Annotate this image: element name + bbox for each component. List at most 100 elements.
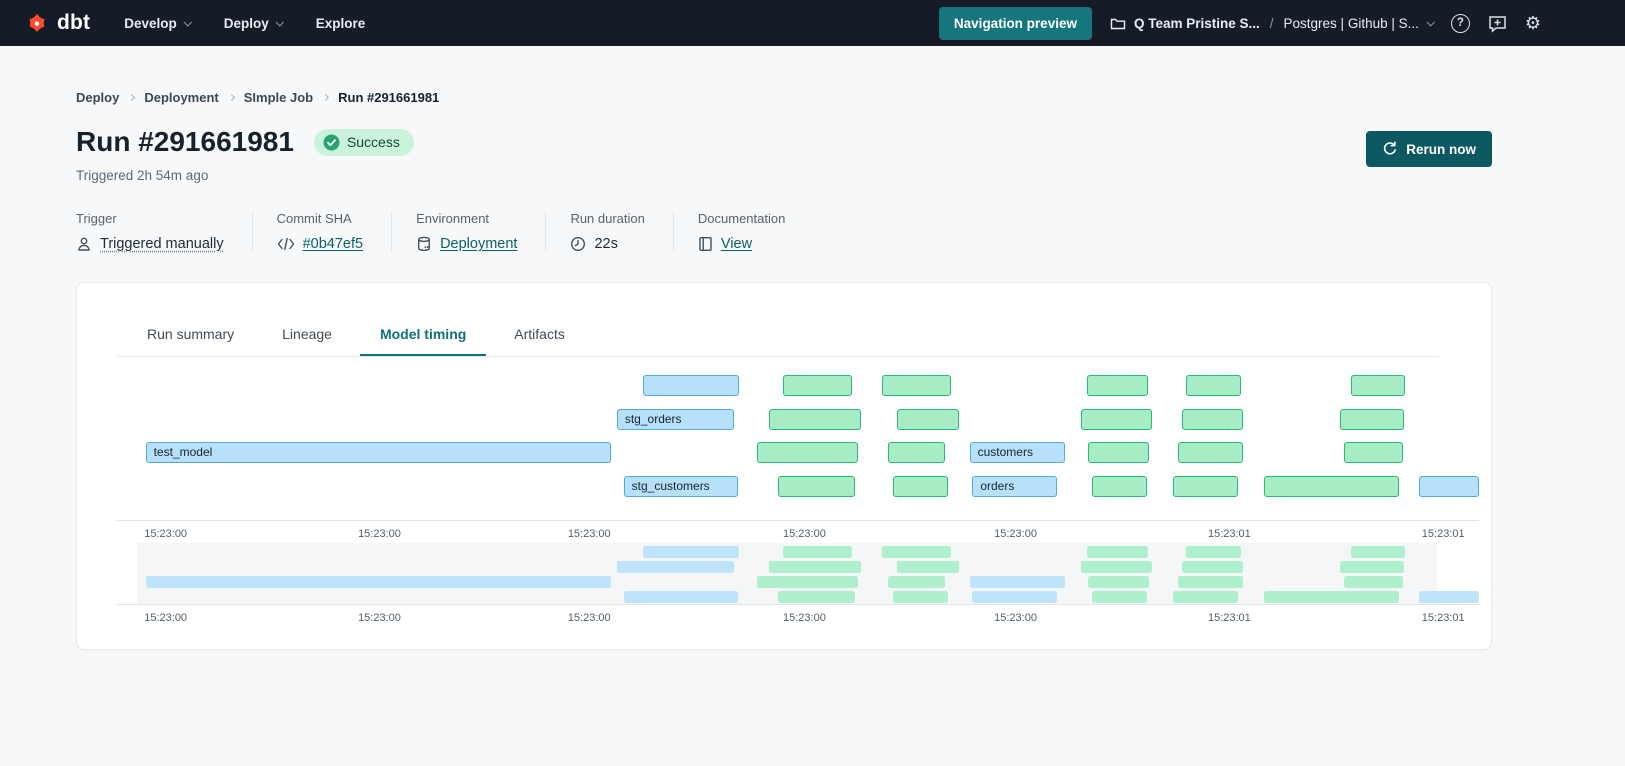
overview-bar	[769, 561, 860, 573]
path-separator: /	[1270, 16, 1274, 31]
meta-run-duration: Run duration 22s	[545, 211, 672, 252]
overview-bar	[617, 561, 734, 573]
overview-bar	[972, 591, 1056, 603]
trigger-value: Triggered manually	[100, 236, 224, 252]
gantt-bar[interactable]	[1340, 409, 1404, 430]
feedback-icon[interactable]	[1488, 14, 1507, 33]
commit-sha-link[interactable]: #0b47ef5	[303, 236, 363, 252]
overview-bar	[893, 591, 947, 603]
gantt-bar-stg_customers[interactable]: stg_customers	[624, 476, 738, 497]
overview-bar	[783, 546, 852, 558]
overview-bar	[888, 576, 945, 588]
axis-tick-label: 15:23:00	[144, 612, 187, 624]
tab-model-timing[interactable]: Model timing	[360, 311, 486, 356]
meta-label: Environment	[416, 211, 517, 226]
axis-tick-label: 15:23:00	[994, 612, 1037, 624]
tab-lineage[interactable]: Lineage	[262, 311, 352, 356]
breadcrumb-job[interactable]: SImple Job	[244, 90, 313, 105]
gantt-bar[interactable]	[643, 375, 740, 396]
gantt-bar[interactable]	[1186, 375, 1240, 396]
database-icon	[416, 236, 432, 252]
gantt-bar[interactable]	[1088, 442, 1149, 463]
breadcrumb-deployment[interactable]: Deployment	[144, 90, 218, 105]
gantt-bar[interactable]	[888, 442, 945, 463]
documentation-view-link[interactable]: View	[721, 236, 752, 252]
nav-item-explore[interactable]: Explore	[316, 16, 366, 31]
gantt-bar[interactable]	[893, 476, 947, 497]
gantt-bar[interactable]	[1081, 409, 1152, 430]
gantt-bar[interactable]	[1344, 442, 1403, 463]
chevron-down-icon	[1426, 18, 1434, 26]
brand-name: dbt	[57, 11, 90, 35]
axis-tick-label: 15:23:00	[783, 528, 826, 540]
tab-artifacts[interactable]: Artifacts	[494, 311, 585, 356]
gantt-bar-test_model[interactable]: test_model	[146, 442, 612, 463]
axis-tick-label: 15:23:00	[358, 528, 401, 540]
overview-bar	[1087, 546, 1148, 558]
meta-environment: Environment Deployment	[391, 211, 545, 252]
nav-item-deploy[interactable]: Deploy	[224, 16, 282, 31]
gantt-bar[interactable]	[1173, 476, 1238, 497]
status-badge: Success	[314, 129, 414, 156]
gantt-bar[interactable]	[783, 375, 852, 396]
overview-bar	[624, 591, 738, 603]
gantt-bar[interactable]	[1264, 476, 1399, 497]
settings-icon[interactable]: ⚙	[1525, 14, 1541, 32]
gantt-overview-brush[interactable]	[117, 543, 1479, 605]
meta-label: Run duration	[570, 211, 644, 226]
breadcrumb-run: Run #291661981	[338, 90, 439, 105]
overview-bar	[1182, 561, 1243, 573]
gantt-bar[interactable]	[897, 409, 958, 430]
navigation-preview-button[interactable]: Navigation preview	[939, 7, 1092, 40]
overview-bar	[1092, 591, 1146, 603]
axis-tick-label: 15:23:00	[994, 528, 1037, 540]
overview-bar	[778, 591, 856, 603]
overview-bar	[1264, 591, 1399, 603]
overview-bar	[1344, 576, 1403, 588]
gantt-bar[interactable]	[757, 442, 858, 463]
overview-bar	[882, 546, 950, 558]
gantt-bar-customers[interactable]: customers	[970, 442, 1065, 463]
gantt-bar[interactable]	[778, 476, 856, 497]
gantt-bar-label: orders	[973, 477, 1055, 495]
environment-link[interactable]: Deployment	[440, 236, 517, 252]
gantt-bar[interactable]	[1351, 375, 1405, 396]
gantt-bar[interactable]	[1087, 375, 1148, 396]
meta-label: Commit SHA	[277, 211, 363, 226]
rerun-now-button[interactable]: Rerun now	[1366, 131, 1492, 167]
rerun-icon	[1382, 141, 1398, 157]
overview-bar	[970, 576, 1065, 588]
axis-tick-label: 15:23:01	[1208, 528, 1251, 540]
nav-item-label: Deploy	[224, 16, 269, 31]
chevron-right-icon	[128, 94, 135, 101]
help-icon[interactable]: ?	[1451, 14, 1470, 33]
tab-run-summary[interactable]: Run summary	[127, 311, 254, 356]
folder-icon	[1110, 15, 1126, 31]
overview-time-axis: 15:23:0015:23:0015:23:0015:23:0015:23:00…	[117, 605, 1479, 627]
account-project-switcher[interactable]: Q Team Pristine S... / Postgres | Github…	[1110, 15, 1433, 31]
gantt-bar[interactable]	[882, 375, 950, 396]
top-nav: dbt Develop Deploy Explore Navigation pr…	[0, 0, 1625, 46]
gantt-bar-label: test_model	[147, 443, 611, 461]
gantt-bar[interactable]	[1178, 442, 1243, 463]
nav-item-label: Develop	[124, 16, 177, 31]
dbt-logo[interactable]: dbt	[24, 10, 90, 36]
user-icon	[76, 236, 92, 252]
overview-bar	[1088, 576, 1149, 588]
breadcrumb-deploy[interactable]: Deploy	[76, 90, 119, 105]
gantt-bar[interactable]	[769, 409, 860, 430]
run-page: Deploy Deployment SImple Job Run #291661…	[0, 46, 1625, 650]
gantt-bar-orders[interactable]: orders	[972, 476, 1056, 497]
meta-documentation: Documentation View	[673, 211, 813, 252]
meta-label: Trigger	[76, 211, 224, 226]
gantt-time-axis: 15:23:0015:23:0015:23:0015:23:0015:23:00…	[117, 521, 1479, 543]
gantt-bar[interactable]	[1092, 476, 1146, 497]
gantt-bar[interactable]	[1419, 476, 1479, 497]
overview-bar	[146, 576, 612, 588]
gantt-bar[interactable]	[1182, 409, 1243, 430]
overview-bar	[1173, 591, 1238, 603]
chevron-down-icon	[183, 18, 191, 26]
gantt-bar-stg_orders[interactable]: stg_orders	[617, 409, 734, 430]
overview-bar	[1178, 576, 1243, 588]
nav-item-develop[interactable]: Develop	[124, 16, 190, 31]
